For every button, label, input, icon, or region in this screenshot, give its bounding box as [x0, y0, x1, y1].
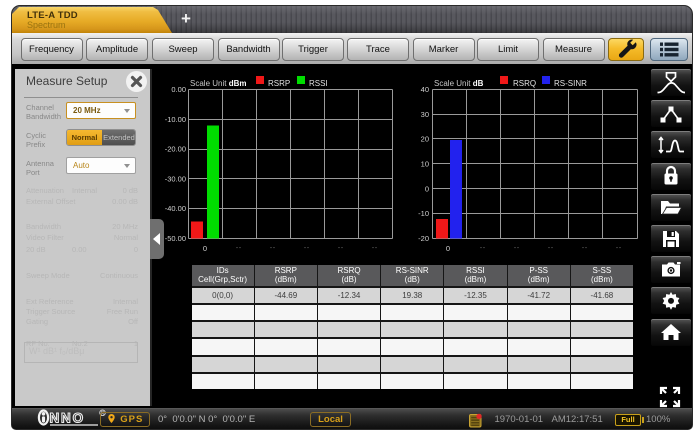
svg-text:--: -- — [372, 246, 378, 252]
svg-text:--: -- — [480, 246, 486, 252]
svg-text:0: 0 — [203, 244, 207, 253]
svg-text:Scale Unit dBm: Scale Unit dBm — [190, 79, 246, 88]
svg-text:20: 20 — [421, 135, 429, 144]
svg-text:-20: -20 — [418, 234, 429, 243]
svg-text:-10.00: -10.00 — [165, 115, 186, 124]
svg-text:0: 0 — [446, 244, 450, 253]
svg-text:RSSI: RSSI — [309, 79, 328, 88]
svg-text:RS-SINR: RS-SINR — [554, 79, 587, 88]
svg-text:-50.00: -50.00 — [165, 234, 186, 243]
svg-text:--: -- — [582, 246, 588, 252]
svg-text:-10: -10 — [418, 209, 429, 218]
svg-text:-40.00: -40.00 — [165, 204, 186, 213]
svg-text:--: -- — [304, 246, 310, 252]
svg-text:RSRQ: RSRQ — [513, 79, 536, 88]
svg-text:--: -- — [236, 246, 242, 252]
svg-text:30: 30 — [421, 110, 429, 119]
svg-text:-30.00: -30.00 — [165, 174, 186, 183]
svg-text:-20.00: -20.00 — [165, 145, 186, 154]
svg-text:Scale Unit dB: Scale Unit dB — [434, 79, 484, 88]
svg-text:NNO: NNO — [50, 411, 85, 426]
svg-text:0.00: 0.00 — [171, 85, 186, 94]
svg-text:RSRP: RSRP — [268, 79, 290, 88]
svg-text:--: -- — [338, 246, 344, 252]
svg-text:10: 10 — [421, 160, 429, 169]
svg-text:--: -- — [616, 246, 622, 252]
svg-text:--: -- — [548, 246, 554, 252]
svg-text:--: -- — [270, 246, 276, 252]
svg-text:0: 0 — [425, 184, 429, 193]
svg-text:40: 40 — [421, 85, 429, 94]
svg-text:--: -- — [514, 246, 520, 252]
